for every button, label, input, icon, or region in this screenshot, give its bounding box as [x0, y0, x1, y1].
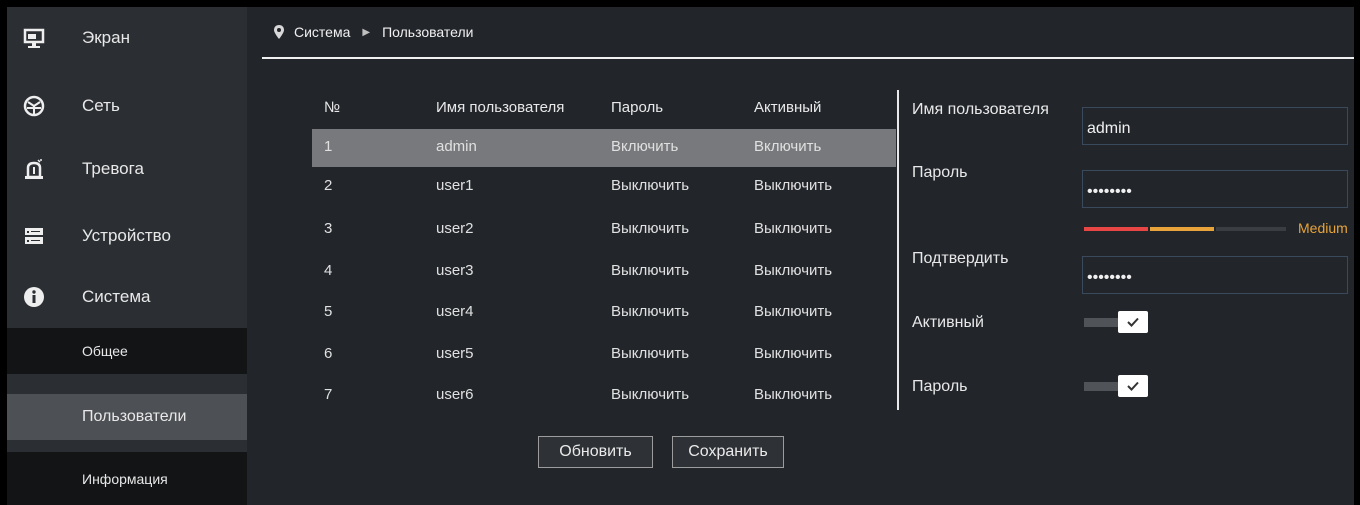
- cell-username: user2: [436, 220, 474, 237]
- username-label: Имя пользователя: [912, 101, 1049, 118]
- cell-number: 6: [324, 345, 333, 362]
- cell-number: 4: [324, 262, 333, 279]
- table-row[interactable]: 3 user2 Выключить Выключить: [312, 210, 896, 248]
- breadcrumb: Система ▶ Пользователи: [262, 7, 1354, 59]
- table-row[interactable]: 6 user5 Выключить Выключить: [312, 335, 896, 373]
- password-label: Пароль: [912, 164, 968, 181]
- sidebar-item-alarm[interactable]: Тревога: [7, 138, 247, 200]
- refresh-button[interactable]: Обновить: [538, 436, 653, 468]
- cell-username: user6: [436, 386, 474, 403]
- cell-password: Выключить: [611, 262, 690, 279]
- strength-bar-medium: [1150, 227, 1214, 231]
- sidebar-subitem-label: Информация: [82, 470, 168, 487]
- strength-bar-weak: [1084, 227, 1148, 231]
- cell-password: Выключить: [611, 303, 690, 320]
- cell-password: Выключить: [611, 345, 690, 362]
- cell-number: 1: [324, 138, 333, 155]
- cell-active: Выключить: [754, 303, 833, 320]
- panel-divider: [897, 90, 899, 410]
- column-header-username: Имя пользователя: [436, 99, 565, 116]
- cell-username: admin: [436, 138, 477, 155]
- cell-number: 5: [324, 303, 333, 320]
- confirm-password-value: ••••••••: [1087, 269, 1132, 286]
- table-row[interactable]: 1 admin Включить Включить: [312, 129, 896, 167]
- column-header-password: Пароль: [611, 99, 664, 116]
- sidebar-item-label: Сеть: [82, 96, 120, 115]
- sidebar-subitem-label: Пользователи: [82, 408, 187, 425]
- sidebar-item-device[interactable]: Устройство: [7, 205, 247, 267]
- table-row[interactable]: 7 user6 Выключить Выключить: [312, 376, 896, 414]
- sidebar-item-label: Система: [82, 287, 151, 306]
- cell-active: Включить: [754, 138, 822, 155]
- sidebar-subitem-general[interactable]: Общее: [7, 328, 247, 374]
- cell-password: Выключить: [611, 177, 690, 194]
- cell-number: 3: [324, 220, 333, 237]
- sidebar-item-label: Устройство: [82, 226, 171, 245]
- sidebar: Экран Сеть Тревога Устройство Система Об…: [7, 7, 247, 505]
- cell-number: 7: [324, 386, 333, 403]
- sidebar-item-label: Тревога: [82, 159, 144, 178]
- sidebar-subitem-info[interactable]: Информация: [7, 452, 247, 505]
- password-field[interactable]: ••••••••: [1082, 170, 1348, 208]
- sidebar-item-network[interactable]: Сеть: [7, 75, 247, 137]
- active-label: Активный: [912, 314, 984, 331]
- table-row[interactable]: 2 user1 Выключить Выключить: [312, 167, 896, 205]
- breadcrumb-section[interactable]: Система: [294, 24, 350, 40]
- monitor-icon: [23, 27, 45, 49]
- cell-username: user3: [436, 262, 474, 279]
- cell-active: Выключить: [754, 262, 833, 279]
- save-button[interactable]: Сохранить: [672, 436, 784, 468]
- breadcrumb-arrow-icon: ▶: [362, 26, 371, 38]
- confirm-label: Подтвердить: [912, 250, 1009, 267]
- location-pin-icon: [274, 25, 284, 39]
- password-toggle-label: Пароль: [912, 378, 968, 395]
- breadcrumb-page: Пользователи: [382, 24, 474, 40]
- device-icon: [23, 225, 45, 247]
- cell-password: Включить: [611, 138, 679, 155]
- sidebar-item-label: Экран: [82, 28, 130, 47]
- alarm-icon: [23, 158, 45, 180]
- column-header-number: №: [324, 99, 341, 116]
- username-field[interactable]: admin: [1082, 107, 1348, 145]
- password-toggle[interactable]: [1084, 375, 1148, 397]
- strength-bar-strong: [1216, 227, 1286, 231]
- cell-username: user4: [436, 303, 474, 320]
- confirm-password-field[interactable]: ••••••••: [1082, 256, 1348, 294]
- cell-password: Выключить: [611, 386, 690, 403]
- sidebar-subitem-label: Общее: [82, 343, 128, 359]
- strength-label: Medium: [1298, 220, 1348, 236]
- sidebar-item-system[interactable]: Система: [7, 266, 247, 328]
- cell-active: Выключить: [754, 386, 833, 403]
- cell-password: Выключить: [611, 220, 690, 237]
- check-icon: [1118, 311, 1148, 333]
- sidebar-item-screen[interactable]: Экран: [7, 7, 247, 69]
- info-icon: [23, 286, 45, 308]
- network-icon: [23, 95, 45, 117]
- check-icon: [1118, 375, 1148, 397]
- cell-number: 2: [324, 177, 333, 194]
- column-header-active: Активный: [754, 99, 822, 116]
- cell-username: user5: [436, 345, 474, 362]
- active-toggle[interactable]: [1084, 311, 1148, 333]
- cell-active: Выключить: [754, 177, 833, 194]
- cell-username: user1: [436, 177, 474, 194]
- cell-active: Выключить: [754, 220, 833, 237]
- sidebar-subitem-users[interactable]: Пользователи: [7, 394, 247, 440]
- table-row[interactable]: 5 user4 Выключить Выключить: [312, 293, 896, 331]
- password-value: ••••••••: [1087, 183, 1132, 200]
- table-row[interactable]: 4 user3 Выключить Выключить: [312, 252, 896, 290]
- cell-active: Выключить: [754, 345, 833, 362]
